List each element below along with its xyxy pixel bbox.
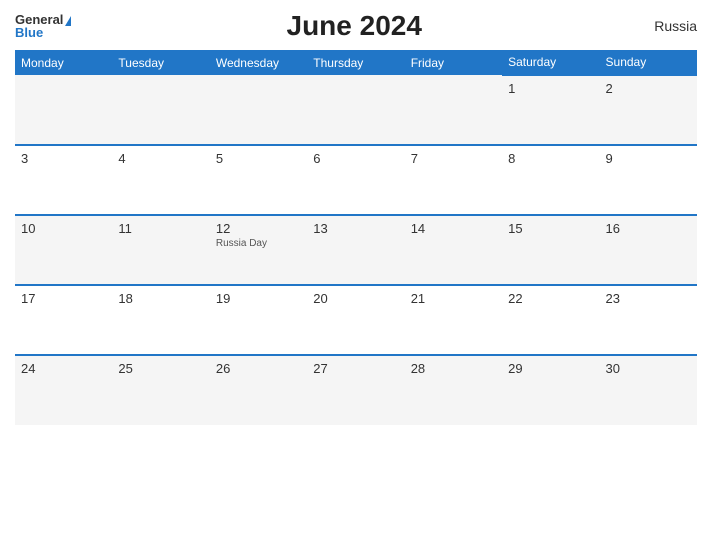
calendar-cell: 23: [600, 285, 697, 355]
calendar-header-row: Monday Tuesday Wednesday Thursday Friday…: [15, 50, 697, 75]
calendar-cell: 9: [600, 145, 697, 215]
calendar-cell: 11: [112, 215, 209, 285]
calendar-cell: [15, 75, 112, 145]
calendar-header: General Blue June 2024 Russia: [15, 10, 697, 42]
calendar-cell: [307, 75, 404, 145]
calendar-cell: 25: [112, 355, 209, 425]
calendar-cell: 29: [502, 355, 599, 425]
day-number: 23: [606, 291, 691, 306]
country-label: Russia: [637, 18, 697, 34]
calendar-cell: 21: [405, 285, 502, 355]
day-number: 12: [216, 221, 301, 236]
calendar-title: June 2024: [71, 10, 637, 42]
calendar-cell: 13: [307, 215, 404, 285]
calendar-week-row: 24 25 26 27 28 29 30: [15, 355, 697, 425]
calendar-cell: 28: [405, 355, 502, 425]
day-number: 3: [21, 151, 106, 166]
calendar-cell: [405, 75, 502, 145]
day-number: 4: [118, 151, 203, 166]
col-saturday: Saturday: [502, 50, 599, 75]
day-number: 16: [606, 221, 691, 236]
day-number: 27: [313, 361, 398, 376]
calendar-week-row: 3456789: [15, 145, 697, 215]
calendar-cell: 20: [307, 285, 404, 355]
calendar-cell: [112, 75, 209, 145]
calendar-cell: 6: [307, 145, 404, 215]
calendar-cell: 30: [600, 355, 697, 425]
calendar-cell: 18: [112, 285, 209, 355]
calendar-cell: 12 Russia Day: [210, 215, 307, 285]
calendar-cell: 10: [15, 215, 112, 285]
day-number: 5: [216, 151, 301, 166]
day-number: 29: [508, 361, 593, 376]
calendar-cell: [210, 75, 307, 145]
day-number: 15: [508, 221, 593, 236]
day-number: 19: [216, 291, 301, 306]
day-number: 6: [313, 151, 398, 166]
calendar-cell: 26: [210, 355, 307, 425]
day-number: 21: [411, 291, 496, 306]
day-number: 20: [313, 291, 398, 306]
day-number: 1: [508, 81, 593, 96]
calendar-cell: 1: [502, 75, 599, 145]
day-number: 25: [118, 361, 203, 376]
day-number: 14: [411, 221, 496, 236]
calendar-page: General Blue June 2024 Russia Monday Tue…: [0, 0, 712, 550]
calendar-cell: 24: [15, 355, 112, 425]
day-number: 10: [21, 221, 106, 236]
calendar-cell: 22: [502, 285, 599, 355]
calendar-table: Monday Tuesday Wednesday Thursday Friday…: [15, 50, 697, 425]
day-number: 26: [216, 361, 301, 376]
calendar-cell: 8: [502, 145, 599, 215]
calendar-cell: 4: [112, 145, 209, 215]
calendar-cell: 17: [15, 285, 112, 355]
calendar-cell: 19: [210, 285, 307, 355]
day-number: 28: [411, 361, 496, 376]
day-number: 13: [313, 221, 398, 236]
day-number: 7: [411, 151, 496, 166]
logo: General Blue: [15, 13, 71, 39]
day-number: 22: [508, 291, 593, 306]
day-number: 2: [606, 81, 691, 96]
col-tuesday: Tuesday: [112, 50, 209, 75]
calendar-cell: 14: [405, 215, 502, 285]
calendar-week-row: 10 11 12 Russia Day 13 14 15 16: [15, 215, 697, 285]
col-wednesday: Wednesday: [210, 50, 307, 75]
day-number: 8: [508, 151, 593, 166]
calendar-week-row: 17 18 19 20 21 22 23: [15, 285, 697, 355]
day-number: 17: [21, 291, 106, 306]
logo-blue-text: Blue: [15, 26, 71, 39]
day-number: 18: [118, 291, 203, 306]
col-thursday: Thursday: [307, 50, 404, 75]
calendar-cell: 15: [502, 215, 599, 285]
day-number: 11: [118, 221, 203, 236]
day-number: 30: [606, 361, 691, 376]
calendar-cell: 27: [307, 355, 404, 425]
calendar-cell: 3: [15, 145, 112, 215]
col-monday: Monday: [15, 50, 112, 75]
day-number: 24: [21, 361, 106, 376]
day-event: Russia Day: [216, 238, 301, 249]
calendar-cell: 5: [210, 145, 307, 215]
col-friday: Friday: [405, 50, 502, 75]
calendar-cell: 7: [405, 145, 502, 215]
calendar-week-row: 12: [15, 75, 697, 145]
calendar-cell: 2: [600, 75, 697, 145]
col-sunday: Sunday: [600, 50, 697, 75]
calendar-cell: 16: [600, 215, 697, 285]
day-number: 9: [606, 151, 691, 166]
